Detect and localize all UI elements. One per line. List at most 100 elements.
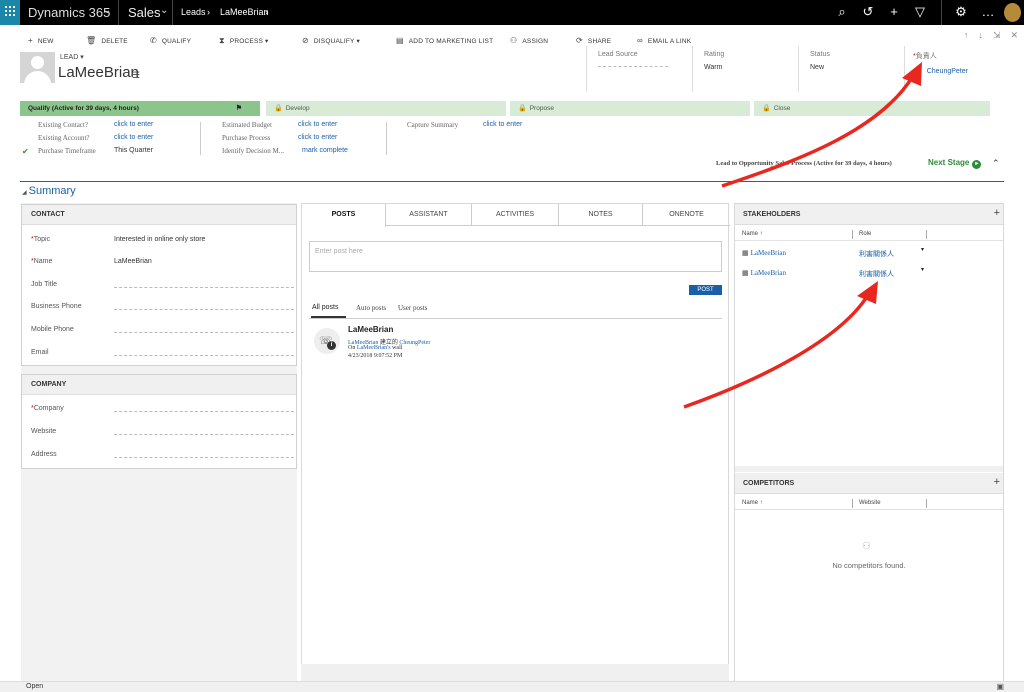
history-icon[interactable]: ↺ (860, 4, 876, 20)
chevron-down-icon[interactable]: ⌄ (103, 5, 111, 16)
header-field-rating[interactable]: Rating Warm (692, 46, 798, 92)
record-status: Open (26, 683, 44, 690)
record-navigation[interactable]: ↑ ↓ ⇲ ✕ (964, 30, 1018, 41)
tab-assistant[interactable]: ASSISTANT (386, 204, 472, 226)
stage-develop[interactable]: 🔒 Develop (266, 101, 506, 116)
chevron-right-icon[interactable]: › (265, 7, 268, 17)
save-icon[interactable]: ▣ (996, 682, 1004, 691)
filter-all-posts[interactable]: All posts (312, 304, 338, 311)
pop-out-icon[interactable]: ⇲ (993, 30, 1001, 40)
post-icon: ☏ i (314, 328, 340, 354)
record-title: LaMeeBrian (58, 64, 139, 81)
record-header: LEAD ▾ LaMeeBrian ☰ Lead Source Rating Wa… (0, 46, 1024, 96)
tab-onenote[interactable]: ONENOTE (643, 204, 730, 226)
menu-icon[interactable]: ☰ (132, 70, 140, 81)
table-row[interactable]: ▦ LaMeeBrian 利害關係人 ▾ (735, 266, 1003, 283)
stage-close[interactable]: 🔒 Close (754, 101, 990, 116)
add-stakeholder-icon[interactable]: + (994, 207, 1000, 219)
field-email[interactable]: Email (22, 349, 298, 363)
entity-selector[interactable]: LEAD ▾ (60, 53, 84, 61)
app-launcher-icon[interactable] (0, 0, 20, 25)
more-icon[interactable]: … (980, 4, 996, 19)
new-button[interactable]: + NEW (28, 36, 54, 45)
plus-icon: + (28, 36, 33, 45)
bpf-purchase-process: Purchase Process click to enter (222, 134, 338, 142)
lock-icon: 🔒 (762, 105, 771, 112)
field-topic[interactable]: *Topic Interested in online only store (22, 236, 298, 250)
next-stage-button[interactable]: Next Stage ▸ (928, 158, 982, 169)
table-row[interactable]: ▦ LaMeeBrian 利害關係人 ▾ (735, 246, 1003, 263)
tab-posts[interactable]: POSTS (302, 204, 386, 227)
summary-tab[interactable]: ◢ Summary (22, 185, 76, 197)
left-column: CONTACT *Topic Interested in online only … (21, 203, 297, 690)
tab-notes[interactable]: NOTES (559, 204, 643, 226)
section-title: COMPANY (22, 375, 296, 395)
filter-icon[interactable]: ▽ (912, 4, 928, 20)
settings-icon[interactable]: ⚙ (953, 4, 969, 20)
post-input[interactable]: Enter post here (309, 241, 722, 272)
column-role[interactable]: Role (859, 231, 871, 237)
header-field-status[interactable]: Status New (798, 46, 904, 92)
email-a-link-button[interactable]: ∞ EMAIL A LINK (637, 36, 691, 45)
contact-card-icon: ▦ (742, 249, 749, 257)
owner-link[interactable]: CheungPeter (927, 68, 968, 75)
chevron-down-icon[interactable]: ⌄ (160, 5, 168, 16)
field-address[interactable]: Address (22, 451, 298, 465)
contact-section: CONTACT *Topic Interested in online only … (21, 204, 297, 366)
breadcrumb-record[interactable]: LaMeeBrian (220, 7, 269, 17)
filter-auto-posts[interactable]: Auto posts (356, 304, 386, 312)
bpf-purchase-timeframe: ✔ Purchase Timeframe This Quarter (22, 147, 153, 156)
top-nav-bar: Dynamics 365 ⌄ Sales ⌄ Leads › LaMeeBria… (0, 0, 1024, 25)
filter-user-posts[interactable]: User posts (398, 304, 427, 312)
stage-qualify[interactable]: Qualify (Active for 39 days, 4 hours) ⚑ (20, 101, 260, 116)
post-author[interactable]: LaMeeBrian (348, 325, 393, 334)
assign-button[interactable]: ⚇ ASSIGN (510, 36, 548, 45)
post-timestamp: 4/23/2018 9:07:52 PM (348, 353, 403, 359)
module-name[interactable]: Sales (128, 5, 161, 20)
column-name[interactable]: Name ↑ (742, 500, 763, 506)
tab-activities[interactable]: ACTIVITIES (472, 204, 559, 226)
arrow-up-icon[interactable]: ↑ (964, 30, 969, 40)
stage-propose[interactable]: 🔒 Propose (510, 101, 750, 116)
share-button[interactable]: ⟳ SHARE (576, 36, 611, 45)
disqualify-button[interactable]: ⊘ DISQUALIFY ▾ (302, 36, 360, 45)
field-business-phone[interactable]: Business Phone (22, 303, 298, 317)
qualify-button[interactable]: ✆ QUALIFY (150, 36, 191, 45)
app-name[interactable]: Dynamics 365 (28, 5, 110, 20)
dropdown-icon[interactable]: ▾ (921, 246, 924, 253)
record-avatar[interactable] (20, 52, 55, 83)
empty-state-message: No competitors found. (832, 561, 906, 570)
field-name[interactable]: *Name LaMeeBrian (22, 258, 298, 272)
add-icon[interactable]: + (886, 4, 902, 19)
lock-icon: 🔒 (274, 105, 283, 112)
empty-state-icon: ⚇ (862, 541, 871, 552)
field-company[interactable]: *Company (22, 405, 298, 419)
chevron-right-icon: › (207, 7, 210, 17)
bpf-existing-account: Existing Account? click to enter (38, 134, 154, 142)
arrow-down-icon[interactable]: ↓ (978, 30, 983, 40)
checkmark-icon: ✔ (22, 147, 29, 156)
field-job-title[interactable]: Job Title (22, 281, 298, 295)
field-mobile-phone[interactable]: Mobile Phone (22, 326, 298, 340)
process-button[interactable]: ⧗ PROCESS ▾ (219, 36, 268, 46)
header-field-lead-source[interactable]: Lead Source (586, 46, 692, 92)
field-website[interactable]: Website (22, 428, 298, 442)
bpf-fields: Existing Contact? click to enter Existin… (22, 120, 1002, 160)
bpf-capture-summary: Capture Summary click to enter (407, 121, 523, 129)
user-avatar[interactable] (1004, 3, 1021, 22)
post-button[interactable]: POST (689, 285, 722, 295)
dropdown-icon[interactable]: ▾ (921, 266, 924, 273)
add-to-marketing-list-button[interactable]: ▤ ADD TO MARKETING LIST (396, 36, 493, 45)
column-website[interactable]: Website (859, 500, 881, 506)
close-icon[interactable]: ✕ (1010, 30, 1018, 40)
column-name[interactable]: Name ↑ (742, 231, 763, 237)
business-process-flow: Qualify (Active for 39 days, 4 hours) ⚑ … (20, 101, 990, 116)
search-icon[interactable]: ⌕ (834, 4, 850, 20)
qualify-icon: ✆ (150, 36, 157, 45)
add-competitor-icon[interactable]: + (994, 476, 1000, 488)
header-field-owner[interactable]: *負責人 👤 CheungPeter (904, 46, 1014, 92)
expand-icon: ◢ (22, 190, 27, 196)
chevron-up-icon[interactable]: ⌃ (992, 158, 1000, 169)
delete-button[interactable]: 🗑 DELETE (86, 36, 128, 45)
breadcrumb-leads[interactable]: Leads (181, 7, 206, 17)
